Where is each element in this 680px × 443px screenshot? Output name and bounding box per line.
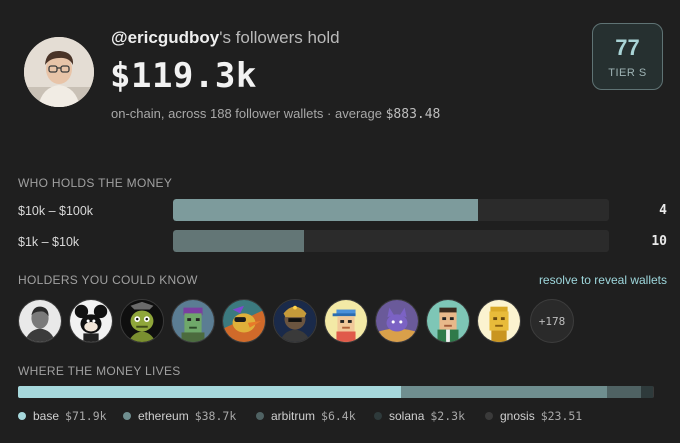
legend-chain-name: arbitrum: [271, 409, 316, 423]
chain-segment-gnosis: [653, 386, 654, 398]
legend-chain-name: ethereum: [138, 409, 189, 423]
chain-legend: base $71.9k ethereum $38.7k arbitrum $6.4k sol…: [18, 409, 668, 425]
more-holders-badge[interactable]: +178: [530, 299, 574, 343]
warrior-avatar[interactable]: [273, 299, 317, 343]
summary-text: on-chain, across 188 follower wallets · …: [111, 106, 386, 121]
legend-chain-name: base: [33, 409, 60, 423]
range-count: 10: [651, 234, 667, 249]
average-value: $883.48: [385, 107, 441, 122]
chain-distribution-bar: [18, 386, 654, 398]
legend-chain-value: $6.4k: [321, 409, 356, 423]
chain-segment-arbitrum: [607, 386, 642, 398]
legend-dot-icon: [18, 412, 26, 420]
chain-segment-solana: [641, 386, 654, 398]
person-avatar[interactable]: [18, 299, 62, 343]
legend-dot-icon: [256, 412, 264, 420]
range-bar-track: [173, 230, 609, 252]
gold-pixel-avatar[interactable]: [477, 299, 521, 343]
green-pixel-avatar[interactable]: [426, 299, 470, 343]
range-bar-fill: [173, 199, 479, 221]
holders-title: HOLDERS YOU COULD KNOW: [18, 273, 198, 287]
legend-chain-value: $2.3k: [430, 409, 465, 423]
range-bar-fill: [173, 230, 304, 252]
legend-item-gnosis: gnosis $23.51: [485, 409, 582, 423]
chain-segment-base: [18, 386, 402, 398]
range-bar-track: [173, 199, 609, 221]
mickey-avatar[interactable]: [69, 299, 113, 343]
chains-title: WHERE THE MONEY LIVES: [18, 364, 181, 378]
headline-suffix: 's followers hold: [219, 28, 340, 47]
legend-dot-icon: [374, 412, 382, 420]
punk-avatar[interactable]: [171, 299, 215, 343]
user-handle[interactable]: @ericgudboy: [111, 28, 219, 47]
frog-avatar[interactable]: [120, 299, 164, 343]
legend-chain-value: $23.51: [540, 409, 583, 423]
chain-segment-ethereum: [401, 386, 607, 398]
range-label: $10k – $100k: [18, 204, 94, 218]
legend-chain-value: $38.7k: [194, 409, 237, 423]
profile-avatar: [24, 37, 94, 107]
tier-badge: 77 TIER S: [592, 23, 663, 90]
summary-line: on-chain, across 188 follower wallets · …: [111, 106, 440, 122]
headline: @ericgudboy's followers hold: [111, 28, 340, 48]
tier-score: 77: [615, 35, 640, 60]
bird-avatar[interactable]: [222, 299, 266, 343]
legend-chain-value: $71.9k: [65, 409, 107, 423]
legend-chain-name: gnosis: [500, 409, 535, 423]
range-label: $1k – $10k: [18, 235, 80, 249]
resolve-wallets-link[interactable]: resolve to reveal wallets: [539, 273, 667, 287]
legend-item-ethereum: ethereum $38.7k: [123, 409, 236, 423]
tier-label: TIER S: [608, 67, 647, 79]
legend-dot-icon: [485, 412, 493, 420]
holdings-title: WHO HOLDS THE MONEY: [18, 176, 173, 190]
legend-item-arbitrum: arbitrum $6.4k: [256, 409, 356, 423]
legend-item-base: base $71.9k: [18, 409, 107, 423]
legend-chain-name: solana: [389, 409, 425, 423]
legend-dot-icon: [123, 412, 131, 420]
profile-photo-icon: [24, 37, 94, 107]
range-count: 4: [659, 203, 667, 218]
cat-avatar[interactable]: [375, 299, 419, 343]
legend-item-solana: solana $2.3k: [374, 409, 465, 423]
pixel-cap-avatar[interactable]: [324, 299, 368, 343]
total-value: $119.3k: [110, 56, 257, 96]
